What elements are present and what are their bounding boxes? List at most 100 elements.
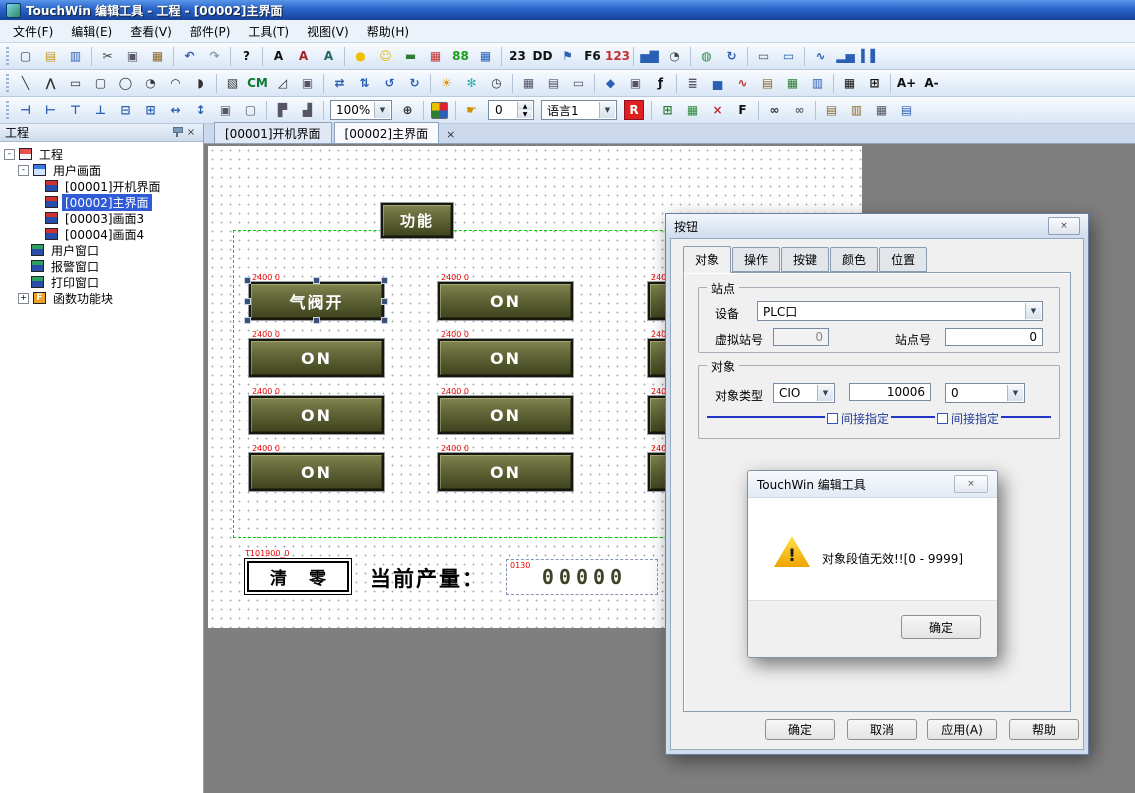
group-icon[interactable]: ▣	[213, 99, 238, 122]
device-select[interactable]: PLC口	[757, 301, 1043, 321]
add-screen-icon[interactable]: ⊞	[655, 99, 680, 122]
color-palette-icon[interactable]	[431, 102, 448, 119]
screen-part-icon[interactable]: ▭	[776, 45, 801, 68]
add-window-icon[interactable]: ▦	[680, 99, 705, 122]
lamp-tool-icon[interactable]: ☀	[434, 72, 459, 95]
data-grid-icon[interactable]: ▦	[516, 72, 541, 95]
text-part-icon[interactable]: ▦	[423, 45, 448, 68]
select-tool-icon[interactable]: ▧	[220, 72, 245, 95]
tree-item[interactable]: +F函数功能块	[0, 290, 203, 306]
menu-item[interactable]: 编辑(E)	[62, 20, 121, 43]
document-tab[interactable]: [00002]主界面	[334, 122, 440, 143]
scroll-tool-icon[interactable]: ▤	[755, 72, 780, 95]
expand-icon[interactable]: +	[18, 293, 29, 304]
bar-tool-icon[interactable]: ▅	[705, 72, 730, 95]
selection-handle[interactable]	[381, 277, 388, 284]
bar-part-icon[interactable]: ▅▇	[637, 45, 662, 68]
font-color-icon[interactable]: A	[291, 45, 316, 68]
recipe-table-icon[interactable]: ▤	[541, 72, 566, 95]
toolbar-grip[interactable]	[6, 101, 9, 119]
dialog-button[interactable]: 取消	[847, 719, 917, 740]
curve-tool-icon[interactable]: ∿	[730, 72, 755, 95]
dialog-tab[interactable]: 位置	[879, 247, 927, 272]
tree-item[interactable]: 打印窗口	[0, 274, 203, 290]
menu-item[interactable]: 帮助(H)	[358, 20, 418, 43]
send-back-icon[interactable]: ▟	[295, 99, 320, 122]
dialog-button[interactable]: 确定	[765, 719, 835, 740]
indirect-checkbox-1[interactable]: 间接指定	[825, 410, 891, 427]
bring-front-icon[interactable]: ▛	[270, 99, 295, 122]
trend-part-icon[interactable]: ∿	[808, 45, 833, 68]
shield-tool-icon[interactable]: ◆	[598, 72, 623, 95]
polyline-icon[interactable]: ⋀	[38, 72, 63, 95]
panel-close-icon[interactable]: ×	[184, 126, 198, 139]
hmi-on-button[interactable]: ON	[438, 453, 573, 491]
hmi-clear-button[interactable]: 清 零	[244, 558, 352, 595]
ungroup-icon[interactable]: ▢	[238, 99, 263, 122]
center-h-icon[interactable]: ⊟	[113, 99, 138, 122]
menu-item[interactable]: 视图(V)	[298, 20, 358, 43]
new-icon[interactable]: ▢	[13, 45, 38, 68]
digital-display-icon[interactable]: 88	[448, 45, 473, 68]
big-table-icon[interactable]: ▦	[837, 72, 862, 95]
font-style-icon[interactable]: A	[316, 45, 341, 68]
align-top-icon[interactable]: ⊤	[63, 99, 88, 122]
tree-item[interactable]: [00002]主界面	[0, 194, 203, 210]
calendar-icon[interactable]: ▦	[869, 99, 894, 122]
dialog-tab[interactable]: 对象	[683, 246, 731, 273]
rotate-right-icon[interactable]: ↻	[402, 72, 427, 95]
dialog-tab[interactable]: 颜色	[830, 247, 878, 272]
meter-part-icon[interactable]: ◔	[662, 45, 687, 68]
selection-handle[interactable]	[313, 317, 320, 324]
hmi-on-button[interactable]: ON	[249, 339, 384, 377]
dialog-tab[interactable]: 按键	[781, 247, 829, 272]
toolbar-grip[interactable]	[6, 47, 9, 65]
document-tab[interactable]: [00001]开机界面	[214, 122, 332, 143]
delete-icon[interactable]: ×	[705, 99, 730, 122]
hmi-on-button[interactable]: 气阀开	[249, 282, 384, 320]
rect-icon[interactable]: ▭	[63, 72, 88, 95]
hmi-on-button[interactable]: ON	[438, 396, 573, 434]
number-part-icon[interactable]: 123	[605, 45, 630, 68]
zoom-in-icon[interactable]: ⊕	[395, 99, 420, 122]
window-part-icon[interactable]: ▭	[751, 45, 776, 68]
hmi-on-button[interactable]: ON	[438, 339, 573, 377]
language-select[interactable]: 语言1	[541, 100, 617, 120]
tree-item[interactable]: [00004]画面4	[0, 226, 203, 242]
pin-icon[interactable]	[170, 126, 184, 139]
object-address-field[interactable]: 10006	[849, 383, 931, 401]
dialog-tab[interactable]: 操作	[732, 247, 780, 272]
simulate-icon[interactable]: ∞	[787, 99, 812, 122]
group-tool-icon[interactable]: ▣	[295, 72, 320, 95]
dialog-close-icon[interactable]: ×	[1048, 217, 1080, 235]
flag-part-icon[interactable]: ⚑	[555, 45, 580, 68]
effect-f-icon[interactable]: F	[730, 99, 755, 122]
image-tool-icon[interactable]: ▦	[780, 72, 805, 95]
align-bottom-icon[interactable]: ⊥	[88, 99, 113, 122]
line-icon[interactable]: ╲	[13, 72, 38, 95]
dialog-button[interactable]: 帮助	[1009, 719, 1079, 740]
hmi-on-button[interactable]: ON	[438, 282, 573, 320]
object-type-select[interactable]: CIO	[773, 383, 835, 403]
upload-icon[interactable]: ▤	[894, 99, 919, 122]
align-left-icon[interactable]: ⊣	[13, 99, 38, 122]
menu-item[interactable]: 部件(P)	[181, 20, 240, 43]
cm-tool-icon[interactable]: CM	[245, 72, 270, 95]
push-button-icon[interactable]: ▬	[398, 45, 423, 68]
msgbox-close-icon[interactable]: ×	[954, 475, 988, 493]
keyboard-tool-icon[interactable]: ▭	[566, 72, 591, 95]
same-height-icon[interactable]: ↕	[188, 99, 213, 122]
menu-item[interactable]: 工具(T)	[239, 20, 298, 43]
globe-part-icon[interactable]: ◍	[694, 45, 719, 68]
paste-icon[interactable]: ▦	[145, 45, 170, 68]
lcd-display-icon[interactable]: ▦	[473, 45, 498, 68]
virtual-station-field[interactable]: 0	[773, 328, 829, 346]
smile-lamp-icon[interactable]: ☺	[373, 45, 398, 68]
menu-item[interactable]: 查看(V)	[121, 20, 181, 43]
selection-handle[interactable]	[244, 298, 251, 305]
hmi-on-button[interactable]: ON	[249, 453, 384, 491]
tree-item[interactable]: [00003]画面3	[0, 210, 203, 226]
flip-h-icon[interactable]: ⇄	[327, 72, 352, 95]
tree-item[interactable]: -工程	[0, 146, 203, 162]
undo-icon[interactable]: ↶	[177, 45, 202, 68]
